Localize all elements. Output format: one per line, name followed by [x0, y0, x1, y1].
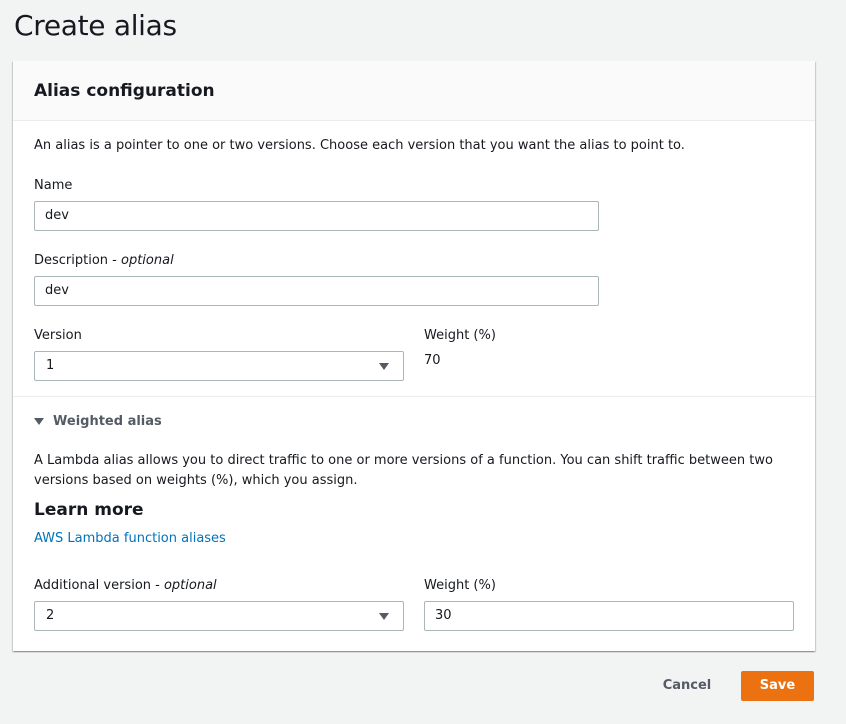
- additional-version-select[interactable]: 2: [34, 601, 404, 631]
- additional-version-label-text: Additional version -: [34, 578, 164, 593]
- description-optional-text: optional: [121, 253, 174, 268]
- version-select-value: 1: [46, 358, 55, 373]
- additional-version-optional-text: optional: [163, 578, 217, 593]
- panel-header: Alias configuration: [13, 61, 815, 121]
- section-divider: [13, 396, 815, 397]
- version-label: Version: [34, 328, 82, 343]
- weighted-alias-description-line2: versions based on weights (%), which you…: [34, 473, 358, 488]
- learn-more-heading: Learn more: [34, 500, 144, 520]
- weighted-alias-toggle-label: Weighted alias: [53, 413, 162, 429]
- page-title: Create alias: [14, 9, 177, 42]
- cancel-button[interactable]: Cancel: [652, 671, 722, 701]
- weight-label: Weight (%): [424, 328, 496, 343]
- name-label: Name: [34, 178, 73, 193]
- additional-weight-input[interactable]: 30: [424, 601, 794, 631]
- additional-version-label: Additional version - optional: [34, 577, 217, 595]
- name-input[interactable]: dev: [34, 201, 599, 231]
- caret-down-icon: [379, 363, 389, 370]
- save-button[interactable]: Save: [741, 671, 814, 701]
- weight-value: 70: [424, 353, 441, 368]
- additional-version-select-value: 2: [46, 608, 55, 623]
- caret-down-icon: [379, 613, 389, 620]
- panel-title: Alias configuration: [34, 81, 215, 101]
- additional-weight-label: Weight (%): [424, 578, 496, 593]
- alias-configuration-panel: Alias configuration An alias is a pointe…: [13, 61, 815, 651]
- version-select[interactable]: 1: [34, 351, 404, 381]
- description-label-text: Description -: [34, 253, 121, 268]
- description-label: Description - optional: [34, 252, 174, 270]
- weighted-alias-description-line1: A Lambda alias allows you to direct traf…: [34, 453, 773, 468]
- panel-intro-text: An alias is a pointer to one or two vers…: [34, 138, 685, 153]
- weighted-alias-toggle[interactable]: Weighted alias: [34, 411, 162, 431]
- description-input[interactable]: dev: [34, 276, 599, 306]
- caret-down-icon: [34, 417, 44, 425]
- lambda-aliases-link[interactable]: AWS Lambda function aliases: [34, 531, 226, 546]
